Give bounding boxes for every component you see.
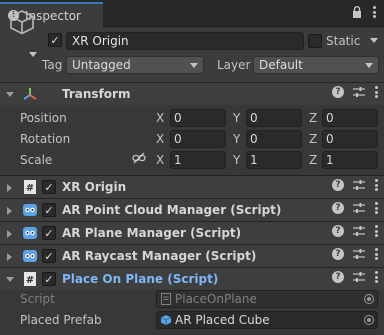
component-title: Transform — [62, 87, 131, 101]
axis-label: Z — [309, 111, 318, 125]
axis-label: Y — [233, 153, 241, 167]
prefab-cube-icon — [160, 315, 172, 325]
tab-menu-icon[interactable] — [372, 6, 376, 18]
component-menu-icon[interactable] — [374, 225, 378, 237]
rotation-x-field[interactable]: 0 — [170, 130, 226, 148]
static-label: Static — [326, 34, 361, 48]
static-dropdown-caret-icon[interactable] — [370, 38, 378, 44]
transform-row-label: Scale — [20, 153, 53, 167]
svg-text:#: # — [26, 275, 34, 286]
scale-z-field[interactable]: 1 — [322, 151, 378, 169]
component-header-ar-point-cloud-manager[interactable]: ✓ AR Point Cloud Manager (Script) ? — [0, 199, 384, 221]
script-value: PlaceOnPlane — [175, 292, 257, 306]
layer-value: Default — [259, 58, 303, 72]
script-icon: # — [24, 272, 36, 286]
script-icon: # — [24, 180, 36, 194]
ar-component-icon — [23, 227, 37, 239]
component-title: Place On Plane (Script) — [62, 272, 219, 286]
constrain-proportions-icon[interactable] — [132, 152, 146, 164]
scale-x-field[interactable]: 1 — [170, 151, 226, 169]
transform-row-label: Rotation — [20, 132, 71, 146]
object-picker-icon — [364, 294, 374, 304]
foldout-open-icon[interactable] — [6, 277, 14, 282]
tag-value: Untagged — [72, 58, 131, 72]
placed-prefab-field[interactable]: AR Placed Cube — [156, 311, 378, 329]
script-file-icon — [161, 293, 171, 305]
help-icon[interactable]: ? — [332, 248, 344, 260]
position-z-field[interactable]: 0 — [322, 109, 378, 127]
foldout-closed-icon[interactable] — [7, 207, 12, 215]
component-enabled-checkbox[interactable]: ✓ — [42, 203, 56, 217]
presets-icon[interactable] — [353, 179, 365, 191]
help-icon[interactable]: ? — [332, 179, 344, 191]
axis-label: Z — [309, 153, 318, 167]
object-name-input[interactable]: XR Origin — [66, 32, 304, 50]
icon-dropdown-caret-icon[interactable] — [29, 52, 37, 58]
presets-icon[interactable] — [353, 271, 365, 283]
ar-component-icon — [23, 250, 37, 262]
component-menu-icon[interactable] — [374, 202, 378, 214]
inspector-tab-bar: i Inspector — [0, 0, 384, 27]
axis-label: Z — [309, 132, 318, 146]
rotation-z-field[interactable]: 0 — [322, 130, 378, 148]
chevron-down-icon — [190, 63, 198, 68]
transform-row-label: Position — [20, 111, 67, 125]
help-icon[interactable]: ? — [332, 225, 344, 237]
position-y-field[interactable]: 0 — [246, 109, 302, 127]
script-property-label: Script — [20, 292, 55, 306]
component-title: AR Raycast Manager (Script) — [62, 249, 257, 263]
active-checkbox[interactable]: ✓ — [48, 33, 62, 47]
foldout-closed-icon[interactable] — [7, 184, 12, 192]
foldout-closed-icon[interactable] — [7, 253, 12, 261]
help-icon[interactable]: ? — [332, 271, 344, 283]
presets-icon[interactable] — [353, 202, 365, 214]
help-icon[interactable]: ? — [332, 202, 344, 214]
foldout-closed-icon[interactable] — [7, 230, 12, 238]
component-header-place-on-plane[interactable]: # ✓ Place On Plane (Script) ? — [0, 268, 384, 290]
presets-icon[interactable] — [353, 225, 365, 237]
layer-label: Layer — [217, 58, 251, 72]
component-header-ar-raycast-manager[interactable]: ✓ AR Raycast Manager (Script) ? — [0, 245, 384, 267]
chevron-down-icon — [365, 63, 373, 68]
rotation-y-field[interactable]: 0 — [246, 130, 302, 148]
transform-component-header[interactable]: Transform ? — [0, 83, 384, 105]
component-menu-icon[interactable] — [374, 179, 378, 191]
tag-label: Tag — [42, 58, 63, 72]
layer-dropdown[interactable]: Default — [253, 56, 379, 74]
component-title: AR Point Cloud Manager (Script) — [62, 203, 282, 217]
script-object-field: PlaceOnPlane — [156, 290, 378, 308]
component-header-xr-origin[interactable]: # ✓ XR Origin ? — [0, 176, 384, 198]
axis-label: X — [156, 111, 165, 125]
axis-label: X — [156, 153, 165, 167]
help-icon[interactable]: ? — [332, 86, 344, 98]
foldout-open-icon[interactable] — [6, 92, 14, 97]
static-checkbox[interactable] — [308, 34, 322, 48]
component-title: AR Plane Manager (Script) — [62, 226, 242, 240]
placed-prefab-label: Placed Prefab — [20, 313, 102, 327]
presets-icon[interactable] — [353, 86, 365, 98]
object-picker-icon[interactable] — [364, 315, 374, 325]
component-menu-icon[interactable] — [374, 248, 378, 260]
transform-axes-icon — [23, 88, 37, 100]
component-enabled-checkbox[interactable]: ✓ — [42, 249, 56, 263]
component-menu-icon[interactable] — [374, 86, 378, 98]
ar-component-icon — [23, 204, 37, 216]
component-enabled-checkbox[interactable]: ✓ — [42, 226, 56, 240]
scale-y-field[interactable]: 1 — [246, 151, 302, 169]
component-title: XR Origin — [62, 180, 127, 194]
component-menu-icon[interactable] — [374, 271, 378, 283]
tag-dropdown[interactable]: Untagged — [66, 56, 204, 74]
placed-prefab-value: AR Placed Cube — [175, 313, 270, 327]
component-header-ar-plane-manager[interactable]: ✓ AR Plane Manager (Script) ? — [0, 222, 384, 244]
gameobject-cube-icon[interactable] — [8, 8, 36, 36]
axis-label: X — [156, 132, 165, 146]
presets-icon[interactable] — [353, 248, 365, 260]
axis-label: Y — [233, 111, 241, 125]
lock-icon[interactable] — [352, 6, 362, 18]
position-x-field[interactable]: 0 — [170, 109, 226, 127]
component-enabled-checkbox[interactable]: ✓ — [42, 272, 56, 286]
component-enabled-checkbox[interactable]: ✓ — [42, 180, 56, 194]
svg-text:#: # — [26, 183, 34, 194]
axis-label: Y — [233, 132, 241, 146]
